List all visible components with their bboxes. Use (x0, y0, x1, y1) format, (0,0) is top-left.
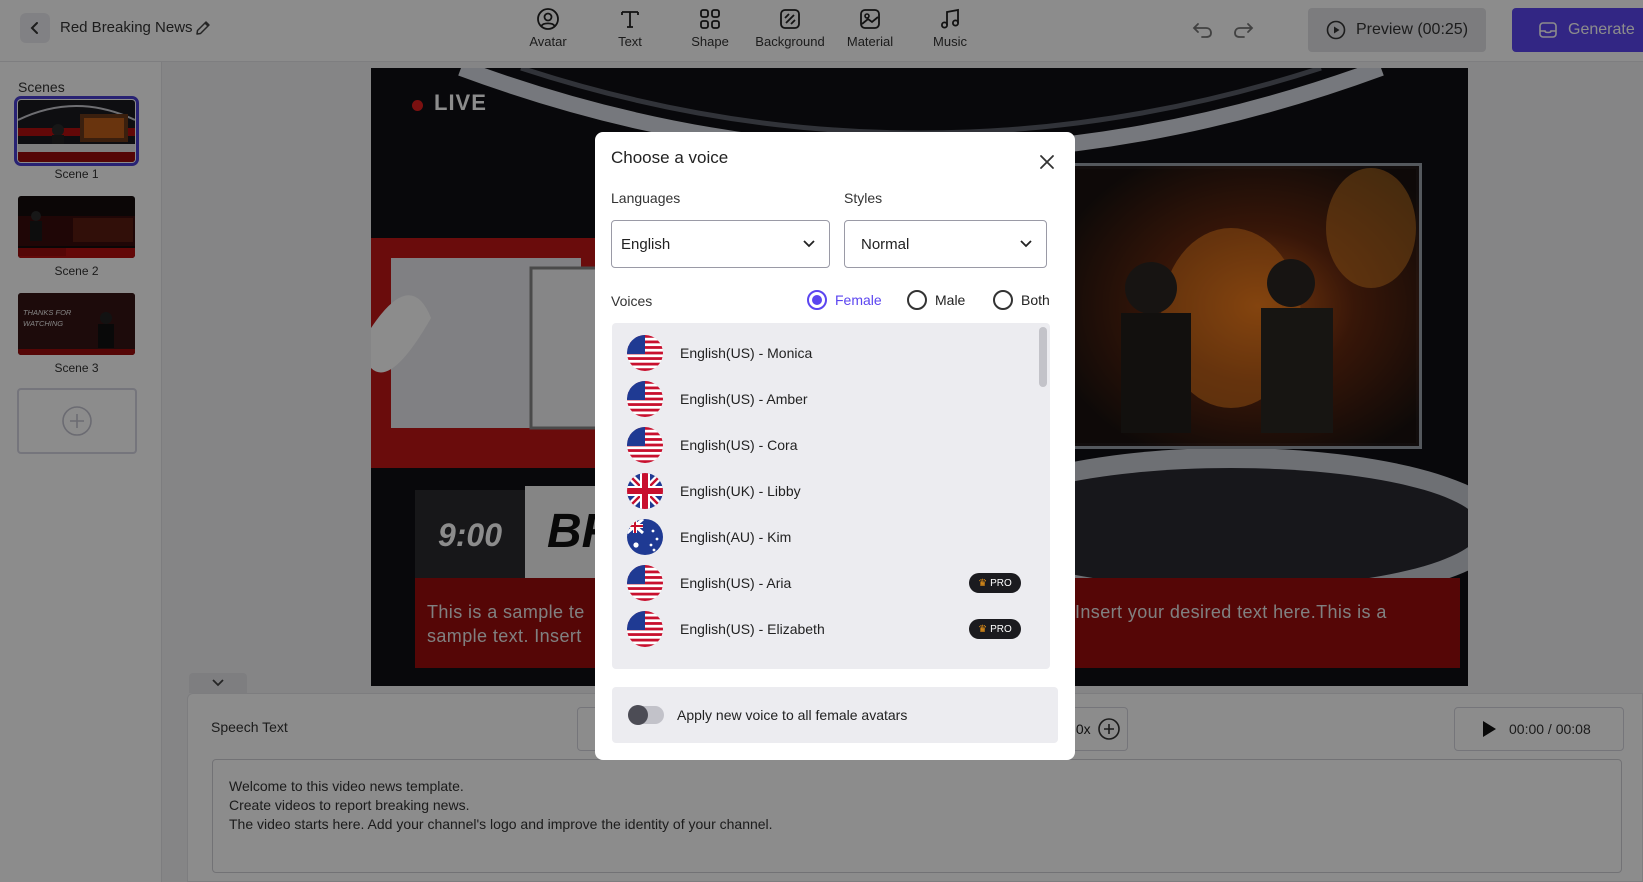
voice-item[interactable]: English(US) - Monica (612, 329, 1050, 377)
gender-option-label: Both (1021, 292, 1050, 308)
dialog-title: Choose a voice (611, 148, 729, 167)
chevron-down-icon (803, 240, 815, 248)
voice-name: English(AU) - Kim (680, 529, 792, 545)
chevron-down-icon (1020, 240, 1032, 248)
voice-name: English(US) - Aria (680, 575, 792, 591)
voice-name: English(US) - Monica (680, 345, 813, 361)
gender-radio-female[interactable]: Female (807, 290, 882, 310)
styles-label: Styles (844, 190, 883, 206)
language-value: English (621, 235, 671, 253)
us-flag-icon (627, 565, 663, 601)
apply-voice-row: Apply new voice to all female avatars (612, 687, 1058, 743)
us-flag-icon (627, 335, 663, 371)
apply-voice-label: Apply new voice to all female avatars (677, 707, 908, 723)
voice-item[interactable]: English(UK) - Libby (612, 467, 1050, 515)
choose-voice-dialog: Choose a voice Languages Styles English … (595, 132, 1075, 760)
voice-name: English(US) - Elizabeth (680, 621, 825, 637)
style-value: Normal (861, 235, 910, 253)
voice-name: English(US) - Amber (680, 391, 808, 407)
pro-label: PRO (990, 577, 1012, 589)
language-select[interactable]: English (611, 220, 830, 268)
gender-option-label: Male (935, 292, 966, 308)
voice-item[interactable]: English(US) - Amber (612, 375, 1050, 423)
gender-option-label: Female (835, 292, 882, 308)
crown-icon: ♛ (978, 577, 988, 589)
gender-radio-male[interactable]: Male (907, 290, 965, 310)
au-flag-icon (627, 519, 663, 555)
us-flag-icon (627, 427, 663, 463)
radio-circle (993, 290, 1013, 310)
radio-circle (807, 290, 827, 310)
voice-item[interactable]: English(US) - Elizabeth ♛ PRO (612, 605, 1050, 653)
voice-list[interactable]: English(US) - Monica English(US) - Amber… (612, 323, 1050, 669)
voices-label: Voices (611, 293, 653, 309)
pro-label: PRO (990, 623, 1012, 635)
apply-voice-toggle[interactable] (628, 705, 664, 725)
pro-badge: ♛ PRO (969, 619, 1021, 639)
pro-badge: ♛ PRO (969, 573, 1021, 593)
us-flag-icon (627, 611, 663, 647)
style-select[interactable]: Normal (844, 220, 1047, 268)
radio-circle (907, 290, 927, 310)
voice-item[interactable]: English(US) - Cora (612, 421, 1050, 469)
voice-item[interactable]: English(AU) - Kim (612, 513, 1050, 561)
crown-icon: ♛ (978, 623, 988, 635)
us-flag-icon (627, 381, 663, 417)
voice-list-scrollbar[interactable] (1039, 327, 1047, 387)
voice-item[interactable]: English(US) - Aria ♛ PRO (612, 559, 1050, 607)
close-icon[interactable] (1035, 150, 1059, 174)
gender-radio-both[interactable]: Both (993, 290, 1050, 310)
languages-label: Languages (611, 190, 681, 206)
voice-name: English(US) - Cora (680, 437, 798, 453)
voice-name: English(UK) - Libby (680, 483, 801, 499)
uk-flag-icon (627, 473, 663, 509)
